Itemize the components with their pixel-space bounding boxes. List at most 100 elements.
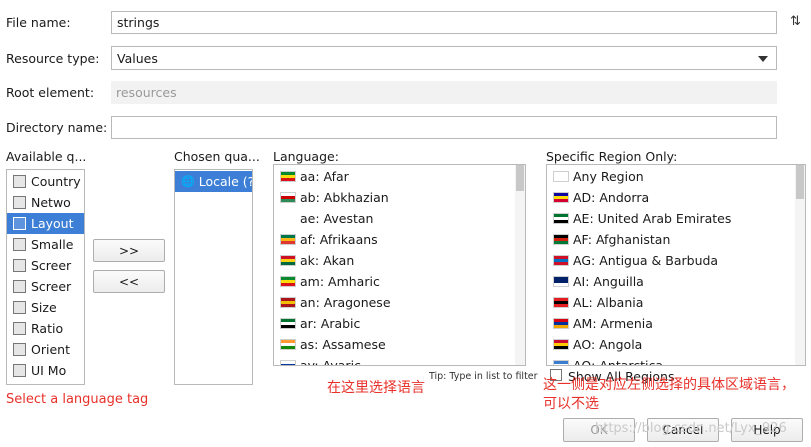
language-item-label: aa: Afar	[300, 169, 349, 184]
screen-width-icon	[13, 259, 26, 272]
available-qualifier-item[interactable]: Screer	[7, 276, 84, 297]
available-qualifier-item-label: Size	[31, 300, 57, 315]
region-item[interactable]: AD: Andorra	[547, 187, 805, 208]
flag-icon	[280, 234, 296, 245]
chosen-qualifier-item[interactable]: 🌐 Locale (?	[175, 171, 252, 192]
region-item-label: AQ: Antarctica	[573, 358, 664, 366]
language-item[interactable]: ae: Avestan	[274, 208, 525, 229]
region-item-label: AF: Afghanistan	[573, 232, 671, 247]
available-qualifier-item-label: Country (	[31, 174, 85, 189]
region-item-label: Any Region	[573, 169, 644, 184]
watermark: https://blog.csdn.net/Lyx_926	[595, 421, 787, 436]
language-header: Language:	[273, 149, 339, 164]
flag-icon	[553, 276, 569, 287]
flag-icon	[280, 318, 296, 329]
region-item[interactable]: AO: Angola	[547, 334, 805, 355]
flag-icon	[553, 360, 569, 365]
available-qualifier-item[interactable]: UI Mo	[7, 360, 84, 381]
flag-icon	[280, 276, 296, 287]
flag-icon	[280, 192, 296, 203]
available-qualifier-item[interactable]: Size	[7, 297, 84, 318]
language-item-label: ae: Avestan	[300, 211, 374, 226]
available-qualifier-item-label: Screer	[31, 258, 72, 273]
region-item[interactable]: AE: United Arab Emirates	[547, 208, 805, 229]
language-item[interactable]: aa: Afar	[274, 166, 525, 187]
language-scrollbar[interactable]	[515, 165, 525, 365]
file-name-input[interactable]: strings	[111, 11, 777, 34]
language-item[interactable]: ab: Abkhazian	[274, 187, 525, 208]
available-qualifiers-header: Available q...	[6, 149, 87, 164]
directory-name-label: Directory name:	[6, 120, 108, 135]
flag-icon	[553, 234, 569, 245]
remove-qualifier-button[interactable]: <<	[93, 270, 165, 293]
region-item[interactable]: AG: Antigua & Barbuda	[547, 250, 805, 271]
language-item[interactable]: ar: Arabic	[274, 313, 525, 334]
region-item-label: AM: Armenia	[573, 316, 653, 331]
flag-icon	[553, 171, 569, 182]
flag-icon	[280, 255, 296, 266]
language-item[interactable]: ak: Akan	[274, 250, 525, 271]
language-item[interactable]: as: Assamese	[274, 334, 525, 355]
language-scrollbar-thumb[interactable]	[516, 165, 524, 191]
available-qualifier-item[interactable]: Netwo	[7, 192, 84, 213]
flag-icon	[280, 339, 296, 350]
region-item[interactable]: AF: Afghanistan	[547, 229, 805, 250]
add-qualifier-button[interactable]: >>	[93, 239, 165, 262]
select-language-tag-hint: Select a language tag	[6, 392, 149, 407]
flag-icon	[280, 213, 296, 224]
region-item[interactable]: AQ: Antarctica	[547, 355, 805, 366]
region-scrollbar-thumb[interactable]	[796, 165, 804, 199]
language-item[interactable]: af: Afrikaans	[274, 229, 525, 250]
language-item[interactable]: an: Aragonese	[274, 292, 525, 313]
region-item[interactable]: Any Region	[547, 166, 805, 187]
language-item[interactable]: av: Avaric	[274, 355, 525, 366]
flag-icon	[280, 171, 296, 182]
region-scrollbar[interactable]	[795, 165, 805, 365]
resource-type-value: Values	[117, 50, 158, 66]
language-list[interactable]: aa: Afar ab: Abkhazian ae: Avestan af: Afri…	[273, 164, 526, 366]
ratio-icon	[13, 322, 26, 335]
chevron-down-icon	[758, 56, 768, 62]
layout-icon	[13, 217, 26, 230]
available-qualifiers-list[interactable]: Country ( Netwo Layout Smalle Screer Screer Si…	[6, 169, 85, 385]
region-item-label: AI: Anguilla	[573, 274, 644, 289]
available-qualifier-item[interactable]: Ratio	[7, 318, 84, 339]
available-qualifier-item[interactable]: Orient	[7, 339, 84, 360]
region-item[interactable]: AL: Albania	[547, 292, 805, 313]
root-element-label: Root element:	[6, 85, 95, 100]
region-item-label: AO: Angola	[573, 337, 643, 352]
region-item-label: AL: Albania	[573, 295, 644, 310]
flag-icon	[553, 255, 569, 266]
language-item-label: ab: Abkhazian	[300, 190, 389, 205]
flag-icon	[280, 360, 296, 365]
region-item[interactable]: AI: Anguilla	[547, 271, 805, 292]
region-item[interactable]: AM: Armenia	[547, 313, 805, 334]
root-element-input[interactable]: resources	[111, 81, 777, 104]
available-qualifier-item[interactable]: Screer	[7, 255, 84, 276]
available-qualifier-item[interactable]: Country (	[7, 171, 84, 192]
language-item[interactable]: am: Amharic	[274, 271, 525, 292]
directory-name-input[interactable]	[111, 116, 777, 139]
language-item-label: ar: Arabic	[300, 316, 361, 331]
available-qualifier-item-label: Ratio	[31, 321, 64, 336]
region-note-line-2: 可以不选	[543, 396, 599, 412]
resource-type-label: Resource type:	[6, 51, 100, 66]
language-item-label: am: Amharic	[300, 274, 380, 289]
choose-language-note: 在这里选择语言	[327, 380, 425, 396]
language-item-label: as: Assamese	[300, 337, 386, 352]
sort-arrows-icon[interactable]: ⇅	[790, 14, 801, 29]
region-note-line-1: 这一侧是对应左侧选择的具体区域语言，	[543, 377, 795, 393]
available-qualifier-item[interactable]: Layout	[7, 213, 84, 234]
chosen-qualifiers-list[interactable]: 🌐 Locale (?	[174, 169, 253, 385]
flag-icon	[553, 213, 569, 224]
available-qualifier-item[interactable]: Smalle	[7, 234, 84, 255]
chosen-qualifier-label: Locale (?	[198, 174, 253, 189]
country-icon	[13, 175, 26, 188]
file-name-label: File name:	[6, 15, 71, 30]
language-item-label: av: Avaric	[300, 358, 361, 366]
network-icon	[13, 196, 26, 209]
screen-height-icon	[13, 280, 26, 293]
region-list[interactable]: Any Region AD: Andorra AE: United Arab Emi…	[546, 164, 806, 366]
available-qualifier-item-label: Screer	[31, 279, 72, 294]
resource-type-select[interactable]: Values	[111, 46, 777, 70]
